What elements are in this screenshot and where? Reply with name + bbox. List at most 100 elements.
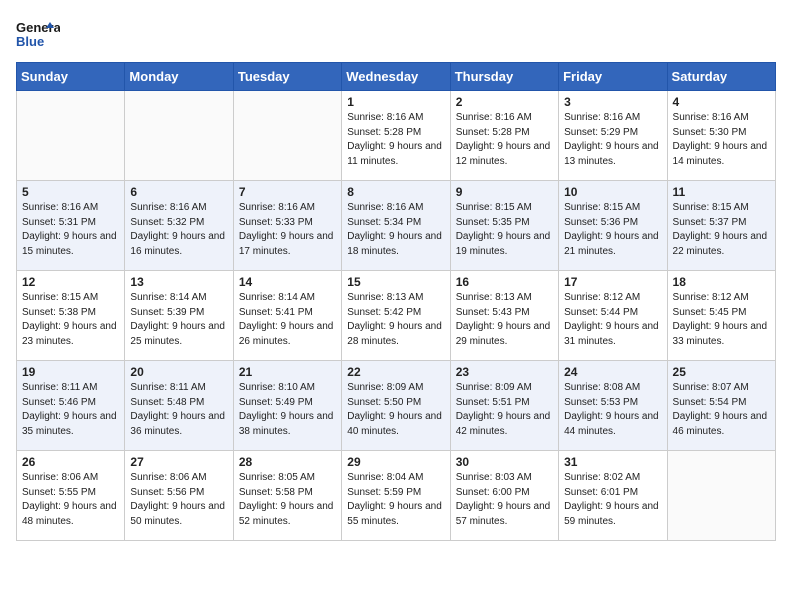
day-number: 20	[130, 365, 227, 379]
weekday-header-thursday: Thursday	[450, 63, 558, 91]
day-number: 31	[564, 455, 661, 469]
calendar-cell: 22 Sunrise: 8:09 AMSunset: 5:50 PMDayligh…	[342, 361, 450, 451]
calendar-cell: 4 Sunrise: 8:16 AMSunset: 5:30 PMDaylight…	[667, 91, 775, 181]
calendar-cell: 1 Sunrise: 8:16 AMSunset: 5:28 PMDaylight…	[342, 91, 450, 181]
day-info: Sunrise: 8:15 AMSunset: 5:37 PMDaylight:…	[673, 201, 770, 259]
calendar-cell: 17 Sunrise: 8:12 AMSunset: 5:44 PMDayligh…	[559, 271, 667, 361]
day-info: Sunrise: 8:05 AMSunset: 5:58 PMDaylight:…	[239, 471, 336, 529]
day-number: 12	[22, 275, 119, 289]
day-info: Sunrise: 8:16 AMSunset: 5:33 PMDaylight:…	[239, 201, 336, 259]
day-info: Sunrise: 8:15 AMSunset: 5:36 PMDaylight:…	[564, 201, 661, 259]
day-number: 3	[564, 95, 661, 109]
day-info: Sunrise: 8:11 AMSunset: 5:46 PMDaylight:…	[22, 381, 119, 439]
day-info: Sunrise: 8:10 AMSunset: 5:49 PMDaylight:…	[239, 381, 336, 439]
day-number: 13	[130, 275, 227, 289]
day-number: 4	[673, 95, 770, 109]
day-number: 7	[239, 185, 336, 199]
calendar-cell	[125, 91, 233, 181]
svg-text:Blue: Blue	[16, 34, 44, 49]
calendar-cell: 15Sunrise: 8:13 AMSunset: 5:42 PMDayligh…	[342, 271, 450, 361]
day-number: 24	[564, 365, 661, 379]
day-info: Sunrise: 8:04 AMSunset: 5:59 PMDaylight:…	[347, 471, 444, 529]
day-number: 28	[239, 455, 336, 469]
day-number: 11	[673, 185, 770, 199]
calendar-cell	[667, 451, 775, 541]
day-number: 8	[347, 185, 444, 199]
day-info: Sunrise: 8:08 AMSunset: 5:53 PMDaylight:…	[564, 381, 661, 439]
day-info: Sunrise: 8:16 AMSunset: 5:28 PMDaylight:…	[456, 111, 553, 169]
day-info: Sunrise: 8:13 AMSunset: 5:42 PMDaylight:…	[347, 291, 444, 349]
day-number: 30	[456, 455, 553, 469]
calendar-cell: 29 Sunrise: 8:04 AMSunset: 5:59 PMDayligh…	[342, 451, 450, 541]
day-number: 10	[564, 185, 661, 199]
day-info: Sunrise: 8:12 AMSunset: 5:44 PMDaylight:…	[564, 291, 661, 349]
calendar-cell: 7 Sunrise: 8:16 AMSunset: 5:33 PMDaylight…	[233, 181, 341, 271]
day-number: 6	[130, 185, 227, 199]
day-number: 1	[347, 95, 444, 109]
day-number: 23	[456, 365, 553, 379]
day-info: Sunrise: 8:11 AMSunset: 5:48 PMDaylight:…	[130, 381, 227, 439]
day-info: Sunrise: 8:16 AMSunset: 5:28 PMDaylight:…	[347, 111, 444, 169]
calendar-cell: 2 Sunrise: 8:16 AMSunset: 5:28 PMDaylight…	[450, 91, 558, 181]
calendar-cell	[17, 91, 125, 181]
day-info: Sunrise: 8:16 AMSunset: 5:31 PMDaylight:…	[22, 201, 119, 259]
day-info: Sunrise: 8:13 AMSunset: 5:43 PMDaylight:…	[456, 291, 553, 349]
calendar-cell: 9 Sunrise: 8:15 AMSunset: 5:35 PMDaylight…	[450, 181, 558, 271]
calendar-cell: 3 Sunrise: 8:16 AMSunset: 5:29 PMDaylight…	[559, 91, 667, 181]
day-number: 9	[456, 185, 553, 199]
day-info: Sunrise: 8:16 AMSunset: 5:32 PMDaylight:…	[130, 201, 227, 259]
weekday-header-monday: Monday	[125, 63, 233, 91]
day-info: Sunrise: 8:12 AMSunset: 5:45 PMDaylight:…	[673, 291, 770, 349]
calendar-cell: 16Sunrise: 8:13 AMSunset: 5:43 PMDayligh…	[450, 271, 558, 361]
calendar-cell: 25Sunrise: 8:07 AMSunset: 5:54 PMDayligh…	[667, 361, 775, 451]
day-info: Sunrise: 8:06 AMSunset: 5:56 PMDaylight:…	[130, 471, 227, 529]
calendar-cell: 27Sunrise: 8:06 AMSunset: 5:56 PMDayligh…	[125, 451, 233, 541]
day-info: Sunrise: 8:16 AMSunset: 5:29 PMDaylight:…	[564, 111, 661, 169]
calendar-cell: 12 Sunrise: 8:15 AMSunset: 5:38 PMDayligh…	[17, 271, 125, 361]
weekday-header-wednesday: Wednesday	[342, 63, 450, 91]
weekday-header-tuesday: Tuesday	[233, 63, 341, 91]
calendar-cell: 30 Sunrise: 8:03 AMSunset: 6:00 PMDayligh…	[450, 451, 558, 541]
calendar-cell: 6 Sunrise: 8:16 AMSunset: 5:32 PMDaylight…	[125, 181, 233, 271]
day-info: Sunrise: 8:16 AMSunset: 5:30 PMDaylight:…	[673, 111, 770, 169]
day-info: Sunrise: 8:15 AMSunset: 5:38 PMDaylight:…	[22, 291, 119, 349]
day-number: 5	[22, 185, 119, 199]
logo: General Blue	[16, 16, 60, 52]
day-info: Sunrise: 8:09 AMSunset: 5:51 PMDaylight:…	[456, 381, 553, 439]
day-number: 19	[22, 365, 119, 379]
calendar-cell: 26Sunrise: 8:06 AMSunset: 5:55 PMDayligh…	[17, 451, 125, 541]
calendar-cell	[233, 91, 341, 181]
day-number: 2	[456, 95, 553, 109]
day-number: 22	[347, 365, 444, 379]
weekday-header-saturday: Saturday	[667, 63, 775, 91]
day-info: Sunrise: 8:03 AMSunset: 6:00 PMDaylight:…	[456, 471, 553, 529]
calendar-cell: 19 Sunrise: 8:11 AMSunset: 5:46 PMDayligh…	[17, 361, 125, 451]
day-info: Sunrise: 8:06 AMSunset: 5:55 PMDaylight:…	[22, 471, 119, 529]
calendar-cell: 8 Sunrise: 8:16 AMSunset: 5:34 PMDaylight…	[342, 181, 450, 271]
calendar-cell: 11 Sunrise: 8:15 AMSunset: 5:37 PMDayligh…	[667, 181, 775, 271]
weekday-header-friday: Friday	[559, 63, 667, 91]
day-number: 14	[239, 275, 336, 289]
calendar-cell: 10 Sunrise: 8:15 AMSunset: 5:36 PMDayligh…	[559, 181, 667, 271]
page-header: General Blue	[16, 16, 776, 52]
calendar-cell: 18 Sunrise: 8:12 AMSunset: 5:45 PMDayligh…	[667, 271, 775, 361]
day-info: Sunrise: 8:09 AMSunset: 5:50 PMDaylight:…	[347, 381, 444, 439]
calendar-cell: 5 Sunrise: 8:16 AMSunset: 5:31 PMDaylight…	[17, 181, 125, 271]
day-info: Sunrise: 8:15 AMSunset: 5:35 PMDaylight:…	[456, 201, 553, 259]
calendar-cell: 14 Sunrise: 8:14 AMSunset: 5:41 PMDayligh…	[233, 271, 341, 361]
calendar-cell: 20 Sunrise: 8:11 AMSunset: 5:48 PMDayligh…	[125, 361, 233, 451]
day-number: 18	[673, 275, 770, 289]
day-number: 17	[564, 275, 661, 289]
day-number: 25	[673, 365, 770, 379]
weekday-header-sunday: Sunday	[17, 63, 125, 91]
calendar-cell: 23 Sunrise: 8:09 AMSunset: 5:51 PMDayligh…	[450, 361, 558, 451]
calendar-cell: 24 Sunrise: 8:08 AMSunset: 5:53 PMDayligh…	[559, 361, 667, 451]
day-info: Sunrise: 8:16 AMSunset: 5:34 PMDaylight:…	[347, 201, 444, 259]
day-number: 29	[347, 455, 444, 469]
day-info: Sunrise: 8:14 AMSunset: 5:39 PMDaylight:…	[130, 291, 227, 349]
day-info: Sunrise: 8:02 AMSunset: 6:01 PMDaylight:…	[564, 471, 661, 529]
calendar-cell: 13 Sunrise: 8:14 AMSunset: 5:39 PMDayligh…	[125, 271, 233, 361]
day-number: 21	[239, 365, 336, 379]
day-info: Sunrise: 8:14 AMSunset: 5:41 PMDaylight:…	[239, 291, 336, 349]
calendar-cell: 21 Sunrise: 8:10 AMSunset: 5:49 PMDayligh…	[233, 361, 341, 451]
